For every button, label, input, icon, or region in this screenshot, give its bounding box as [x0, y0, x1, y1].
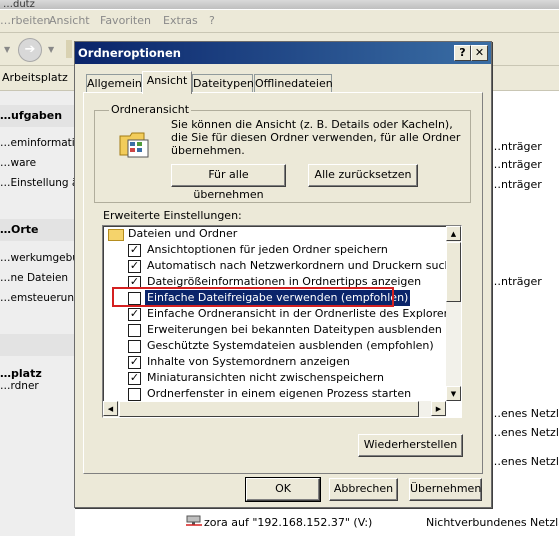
- cancel-button[interactable]: Abbrechen: [329, 478, 398, 501]
- setting-label: Ordnerfenster in einem eigenen Prozess s…: [147, 387, 412, 400]
- details-subtitle: …rdner: [0, 380, 39, 392]
- drive-type-4: …nträger: [490, 275, 542, 288]
- scroll-up-arrow-icon[interactable]: ▲: [446, 226, 461, 241]
- vertical-scroll-thumb[interactable]: [446, 242, 461, 302]
- tab-file-types[interactable]: Dateitypen: [192, 74, 254, 93]
- menu-help[interactable]: ?: [209, 14, 215, 27]
- folder-view-legend: Ordneransicht: [109, 103, 192, 116]
- close-button[interactable]: ✕: [471, 45, 488, 61]
- checkbox-checked[interactable]: ✓: [128, 260, 141, 273]
- folder-view-icon: [118, 128, 152, 160]
- back-dropdown-icon[interactable]: ▼: [4, 45, 10, 54]
- drive-type-7: …enes Netzlaufw: [490, 455, 559, 468]
- details-section-header[interactable]: [0, 334, 75, 356]
- menu-view[interactable]: Ansicht: [49, 14, 90, 27]
- setting-row[interactable]: Erweiterungen bei bekannten Dateitypen a…: [103, 322, 443, 338]
- dialog-title-bar[interactable]: Ordneroptionen ? ✕: [75, 42, 491, 64]
- menu-favorites[interactable]: Favoriten: [100, 14, 151, 27]
- restore-defaults-button[interactable]: Wiederherstellen: [358, 434, 463, 457]
- scroll-right-arrow-icon[interactable]: ▶: [431, 401, 446, 416]
- task-link-software[interactable]: …ware: [0, 157, 36, 169]
- toolbar-separator: [66, 40, 72, 58]
- setting-row[interactable]: ✓ Inhalte von Systemordnern anzeigen: [103, 354, 443, 370]
- setting-row[interactable]: ✓ Miniaturansichten nicht zwischenspeiche…: [103, 370, 443, 386]
- dialog-title: Ordneroptionen: [78, 46, 181, 60]
- places-section-header[interactable]: …Orte: [0, 219, 75, 241]
- drive-type-2: …nträger: [490, 158, 542, 171]
- setting-row[interactable]: ✓ Automatisch nach Netzwerkordnern und Dr…: [103, 258, 461, 274]
- setting-label: Miniaturansichten nicht zwischenspeicher…: [147, 371, 384, 384]
- folder-icon: [108, 229, 124, 241]
- list-horizontal-scrollbar[interactable]: ◀ ▶: [103, 401, 446, 417]
- drive-type-1: …nträger: [490, 140, 542, 153]
- setting-row[interactable]: Ordnerfenster in einem eigenen Prozess s…: [103, 386, 443, 402]
- drive-type-6: …enes Netzlaufw: [490, 426, 559, 439]
- tab-view[interactable]: Ansicht: [142, 71, 192, 94]
- advanced-settings-label: Erweiterte Einstellungen:: [103, 209, 242, 222]
- reset-all-folders-button[interactable]: Alle zurücksetzen: [308, 164, 418, 187]
- setting-row[interactable]: ✓ Ansichtoptionen für jeden Ordner speich…: [103, 242, 443, 258]
- checkbox-unchecked[interactable]: [128, 340, 141, 353]
- setting-label: Erweiterungen bei bekannten Dateitypen a…: [147, 323, 442, 336]
- details-title: …platz: [0, 367, 42, 380]
- list-vertical-scrollbar[interactable]: ▲ ▼: [446, 226, 461, 401]
- folder-options-dialog: Ordneroptionen ? ✕ Allgemein Ansicht Dat…: [74, 41, 492, 508]
- checkbox-checked[interactable]: ✓: [128, 244, 141, 257]
- setting-row[interactable]: ✓ Einfache Ordneransicht in der Ordnerlis…: [103, 306, 461, 322]
- explorer-title-bar: …dutz: [0, 0, 559, 9]
- help-button[interactable]: ?: [454, 45, 471, 61]
- place-link-documents[interactable]: …ne Dateien: [0, 272, 68, 284]
- advanced-settings-list[interactable]: Dateien und Ordner ✓ Ansichtoptionen für …: [102, 225, 462, 418]
- forward-dropdown-icon[interactable]: ▼: [48, 45, 54, 54]
- drive-type-5: …enes Netzlaufw: [490, 407, 559, 420]
- tab-general[interactable]: Allgemein: [86, 74, 142, 93]
- scroll-left-arrow-icon[interactable]: ◀: [103, 401, 118, 416]
- explorer-task-pane: …ufgaben …eminformatione …ware …Einstell…: [0, 91, 94, 536]
- list-group-label: Dateien und Ordner: [128, 227, 238, 240]
- address-text: Arbeitsplatz: [2, 71, 68, 84]
- list-group-files-folders: Dateien und Ordner: [103, 226, 443, 242]
- setting-label: Automatisch nach Netzwerkordnern und Dru…: [147, 259, 462, 272]
- explorer-title: …dutz: [3, 0, 35, 9]
- checkbox-checked[interactable]: ✓: [128, 372, 141, 385]
- task-section-header[interactable]: …ufgaben: [0, 105, 75, 127]
- apply-to-all-folders-button[interactable]: Für alle übernehmen: [171, 164, 286, 201]
- checkbox-unchecked[interactable]: [128, 324, 141, 337]
- place-link-control-panel[interactable]: …emsteuerung: [0, 292, 81, 304]
- menu-edit[interactable]: …rbeiten: [0, 14, 50, 27]
- highlight-annotation-box: [112, 287, 394, 307]
- scroll-down-arrow-icon[interactable]: ▼: [446, 386, 461, 401]
- checkbox-checked[interactable]: ✓: [128, 308, 141, 321]
- forward-button[interactable]: ➔: [18, 38, 42, 62]
- ok-button[interactable]: OK: [245, 477, 321, 502]
- drive-type-3: …nträger: [490, 178, 542, 191]
- tab-offline-files[interactable]: Offlinedateien: [254, 74, 333, 93]
- checkbox-unchecked[interactable]: [128, 388, 141, 401]
- setting-label: Inhalte von Systemordnern anzeigen: [147, 355, 350, 368]
- setting-label: Geschützte Systemdateien ausblenden (emp…: [147, 339, 434, 352]
- apply-button[interactable]: Übernehmen: [409, 478, 482, 501]
- checkbox-checked[interactable]: ✓: [128, 356, 141, 369]
- setting-row[interactable]: Geschützte Systemdateien ausblenden (emp…: [103, 338, 443, 354]
- drive-row-name[interactable]: zora auf "192.168.152.37" (V:): [204, 516, 372, 529]
- setting-label: Ansichtoptionen für jeden Ordner speiche…: [147, 243, 388, 256]
- menu-extras[interactable]: Extras: [163, 14, 198, 27]
- folder-view-description: Sie können die Ansicht (z. B. Details od…: [171, 118, 461, 157]
- drive-row-type: Nichtverbundenes Netzlaufw: [426, 516, 559, 529]
- horizontal-scroll-thumb[interactable]: [119, 401, 419, 417]
- setting-label: Einfache Ordneransicht in der Ordnerlist…: [147, 307, 461, 320]
- network-drive-icon: [186, 514, 202, 526]
- arrow-right-icon: ➔: [24, 42, 36, 57]
- explorer-menubar: …rbeiten Ansicht Favoriten Extras ?: [0, 10, 559, 33]
